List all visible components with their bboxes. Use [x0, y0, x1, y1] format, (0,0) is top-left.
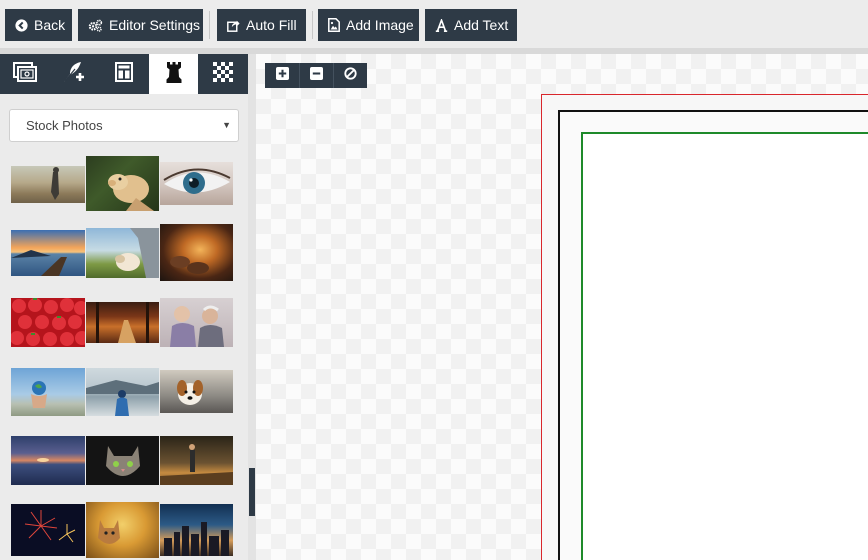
sidebar-collapse-handle[interactable] [249, 468, 255, 516]
lake-dock-sunset-photo[interactable] [11, 230, 85, 276]
kitten-in-meadow-photo[interactable] [86, 502, 159, 558]
feather-plus-icon [62, 61, 86, 88]
dog-in-grass-photo[interactable] [86, 156, 159, 211]
toolbar-divider [312, 11, 313, 39]
safe-area[interactable] [581, 132, 868, 560]
ban-icon [344, 66, 357, 85]
checkerboard-icon [213, 61, 234, 87]
zoom-in-button[interactable] [265, 63, 299, 88]
person-on-bridge-photo[interactable] [160, 436, 233, 485]
editor-settings-button[interactable]: Editor Settings [78, 9, 203, 41]
person-hiking-photo[interactable] [11, 166, 85, 203]
add-text-button[interactable]: Add Text [425, 9, 517, 41]
add-text-label: Add Text [454, 17, 509, 33]
zoom-out-button[interactable] [299, 63, 333, 88]
zoom-controls [265, 63, 367, 88]
strawberries-photo[interactable] [11, 298, 85, 347]
tab-draw[interactable] [50, 54, 100, 94]
photo-source-select[interactable]: Stock Photos ▼ [9, 109, 239, 142]
photo-source-value: Stock Photos [26, 118, 103, 133]
circle-arrow-left-icon [15, 18, 28, 32]
feet-campfire-photo[interactable] [160, 224, 233, 281]
autumn-forest-road-photo[interactable] [86, 302, 159, 343]
blue-eye-photo[interactable] [160, 162, 233, 205]
person-by-lake-photo[interactable] [86, 368, 159, 416]
back-button[interactable]: Back [5, 9, 72, 41]
add-image-button[interactable]: Add Image [318, 9, 419, 41]
caret-down-icon: ▼ [222, 120, 231, 130]
auto-fill-label: Auto Fill [246, 17, 297, 33]
top-toolbar: Back Editor Settings Auto Fill Add Image… [0, 0, 868, 48]
cat-portrait-photo[interactable] [86, 436, 159, 485]
puppy-photo[interactable] [160, 370, 233, 413]
auto-fill-button[interactable]: Auto Fill [217, 9, 306, 41]
fireworks-photo[interactable] [11, 504, 85, 556]
zoom-reset-button[interactable] [333, 63, 367, 88]
tab-shapes[interactable] [148, 54, 199, 94]
minus-square-icon [310, 66, 323, 85]
toolbar-divider [209, 11, 210, 39]
tab-photos[interactable] [0, 54, 50, 94]
sunset-over-water-photo[interactable] [11, 436, 85, 485]
back-label: Back [34, 17, 66, 33]
share-icon [227, 19, 240, 32]
editor-settings-label: Editor Settings [109, 17, 201, 33]
layout-icon [114, 61, 133, 87]
tab-background[interactable] [198, 54, 248, 94]
chess-rook-icon [165, 60, 183, 89]
gears-icon [88, 19, 103, 32]
city-skyline-night-photo[interactable] [160, 504, 233, 556]
image-file-icon [328, 18, 340, 32]
plus-square-icon [275, 66, 289, 85]
elderly-couple-photo[interactable] [160, 298, 233, 347]
font-icon [435, 18, 448, 32]
sidebar: Stock Photos ▼ [0, 54, 248, 560]
hand-holding-globe-photo[interactable] [11, 368, 85, 416]
design-canvas-area [256, 54, 868, 560]
sidebar-tabs [0, 54, 248, 94]
photos-icon [12, 61, 37, 87]
add-image-label: Add Image [346, 17, 414, 33]
tab-layout[interactable] [99, 54, 149, 94]
dog-in-car-photo[interactable] [86, 228, 159, 278]
